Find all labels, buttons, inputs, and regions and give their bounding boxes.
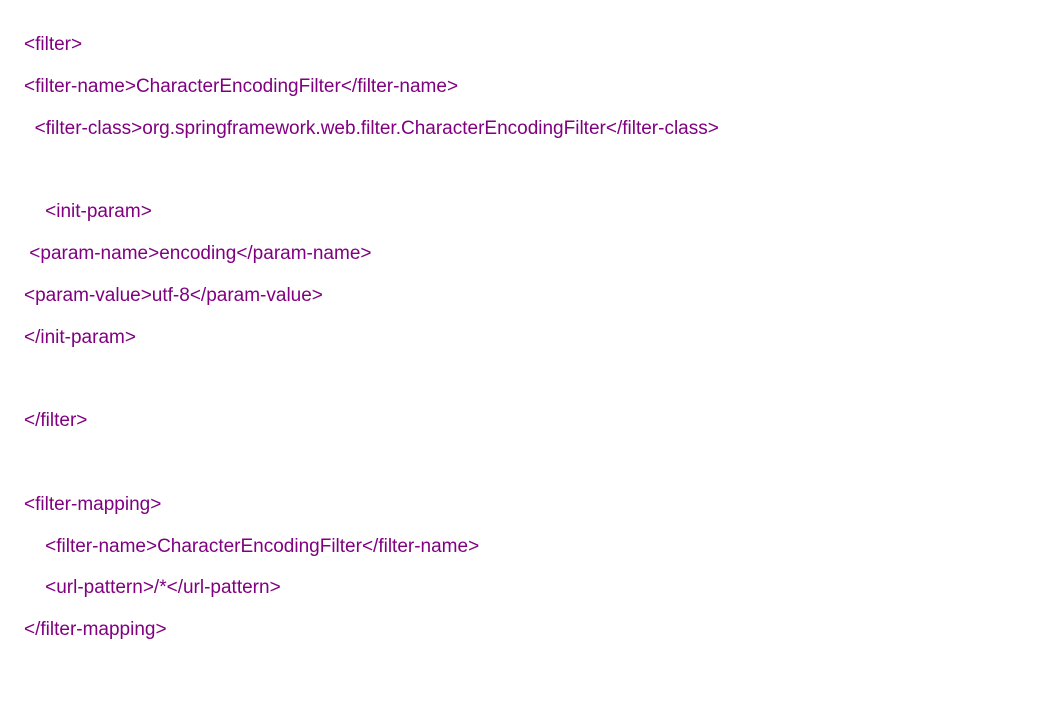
xml-text: CharacterEncodingFilter [136, 76, 341, 97]
code-line: </init-param> [24, 317, 1025, 359]
xml-tag: <filter> [24, 34, 82, 55]
xml-text: /* [154, 577, 167, 598]
xml-tag: <filter-class> [35, 118, 143, 139]
code-line [24, 149, 1025, 191]
xml-text: CharacterEncodingFilter [157, 536, 362, 557]
xml-tag: <url-pattern> [45, 577, 154, 598]
code-line: <param-name>encoding</param-name> [24, 233, 1025, 275]
xml-tag: </param-value> [190, 285, 323, 306]
code-line: <init-param> [24, 191, 1025, 233]
xml-tag: </filter-class> [606, 118, 719, 139]
xml-tag: <filter-name> [45, 536, 157, 557]
code-line: <filter> [24, 24, 1025, 66]
xml-tag: </filter-name> [362, 536, 479, 557]
xml-tag: <init-param> [45, 201, 152, 222]
xml-tag: </param-name> [236, 243, 371, 264]
code-line: <filter-class>org.springframework.web.fi… [24, 108, 1025, 150]
code-block: <filter><filter-name>CharacterEncodingFi… [24, 24, 1025, 651]
code-line [24, 358, 1025, 400]
code-line: <filter-name>CharacterEncodingFilter</fi… [24, 66, 1025, 108]
code-line: <filter-mapping> [24, 484, 1025, 526]
code-line [24, 442, 1025, 484]
xml-tag: <filter-mapping> [24, 494, 161, 515]
xml-tag: </url-pattern> [167, 577, 281, 598]
code-line: </filter-mapping> [24, 609, 1025, 651]
code-line: <param-value>utf-8</param-value> [24, 275, 1025, 317]
code-line: <filter-name>CharacterEncodingFilter</fi… [24, 526, 1025, 568]
xml-text: encoding [159, 243, 236, 264]
xml-tag: <param-name> [29, 243, 159, 264]
xml-tag: <filter-name> [24, 76, 136, 97]
xml-tag: </filter-name> [341, 76, 458, 97]
xml-text: utf-8 [152, 285, 190, 306]
xml-tag: </filter-mapping> [24, 619, 167, 640]
xml-tag: </init-param> [24, 327, 136, 348]
xml-text: org.springframework.web.filter.Character… [142, 118, 606, 139]
xml-tag: <param-value> [24, 285, 152, 306]
code-line: <url-pattern>/*</url-pattern> [24, 567, 1025, 609]
xml-tag: </filter> [24, 410, 87, 431]
code-line: </filter> [24, 400, 1025, 442]
